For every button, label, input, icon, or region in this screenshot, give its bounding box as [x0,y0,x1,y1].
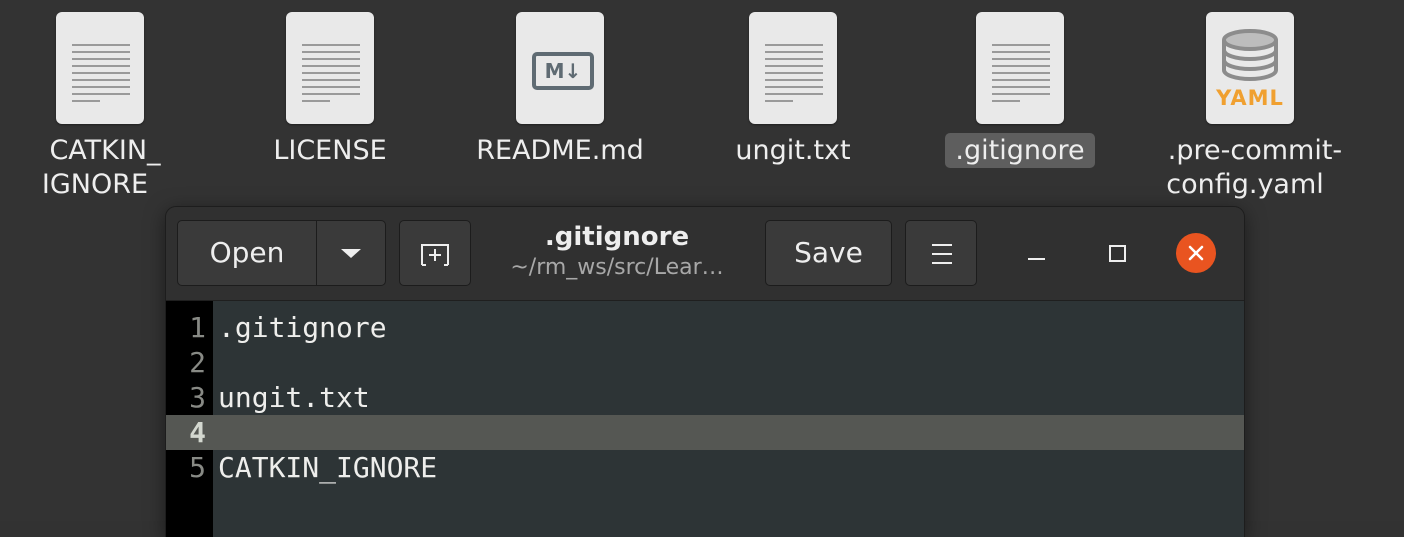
window-title: .gitignore [544,222,690,252]
line-text: .gitignore [218,311,387,344]
text-editor-area[interactable]: 1 .gitignore 2 3 ungit.txt 4 5 CATKIN_IG… [166,301,1244,537]
line-number: 5 [189,451,206,484]
line-text: ungit.txt [218,381,370,414]
line-number: 4 [166,415,213,450]
save-button[interactable]: Save [765,220,892,286]
file-label: ungit.txt [735,135,851,166]
editor-line[interactable]: 1 .gitignore [166,310,1244,345]
line-number: 2 [189,346,206,379]
file-label-selected: .gitignore [920,133,1120,168]
line-text: CATKIN_IGNORE [218,451,438,484]
hamburger-menu-button[interactable] [905,220,977,286]
markdown-icon: M↓ [532,52,594,90]
header-bar: Open .gitignore ~/rm_ws/src/Lear… Save [166,207,1244,301]
line-number: 1 [189,311,206,344]
text-file-icon[interactable] [286,12,374,124]
close-icon [1188,245,1204,261]
editor-line-current[interactable]: 4 [166,415,1244,450]
open-recent-dropdown-button[interactable] [317,221,385,285]
desktop: CATKIN_ IGNORE LICENSE M↓ README.md ungi… [0,0,1404,537]
file-label: LICENSE [273,135,387,166]
database-icon [1222,29,1278,81]
new-tab-icon [421,244,449,266]
minimize-button[interactable] [1017,233,1057,273]
text-file-icon[interactable] [56,12,144,124]
hamburger-icon [932,244,952,271]
markdown-file-icon[interactable]: M↓ [516,12,604,124]
editor-line[interactable]: 5 CATKIN_IGNORE [166,450,1244,485]
minimize-icon [1028,258,1045,260]
window-subtitle-path: ~/rm_ws/src/Lear… [510,255,724,280]
maximize-button[interactable] [1097,233,1137,273]
file-label: .pre-commit- config.yaml [1166,135,1343,200]
file-label: README.md [476,135,644,166]
chevron-down-icon [341,249,361,258]
yaml-file-icon[interactable]: YAML [1206,12,1294,124]
text-editor-window: Open .gitignore ~/rm_ws/src/Lear… Save 1… [166,207,1244,537]
text-file-icon[interactable] [976,12,1064,124]
file-label: CATKIN_ IGNORE [41,135,161,200]
open-button-group: Open [177,220,386,286]
editor-line[interactable]: 3 ungit.txt [166,380,1244,415]
open-button[interactable]: Open [178,221,316,285]
maximize-icon [1109,245,1126,262]
close-button[interactable] [1176,233,1216,273]
editor-line[interactable]: 2 [166,345,1244,380]
line-number: 3 [189,381,206,414]
yaml-badge: YAML [1216,86,1284,110]
text-file-icon[interactable] [749,12,837,124]
window-title-block: .gitignore ~/rm_ws/src/Lear… [486,221,748,283]
new-document-button[interactable] [399,220,471,286]
